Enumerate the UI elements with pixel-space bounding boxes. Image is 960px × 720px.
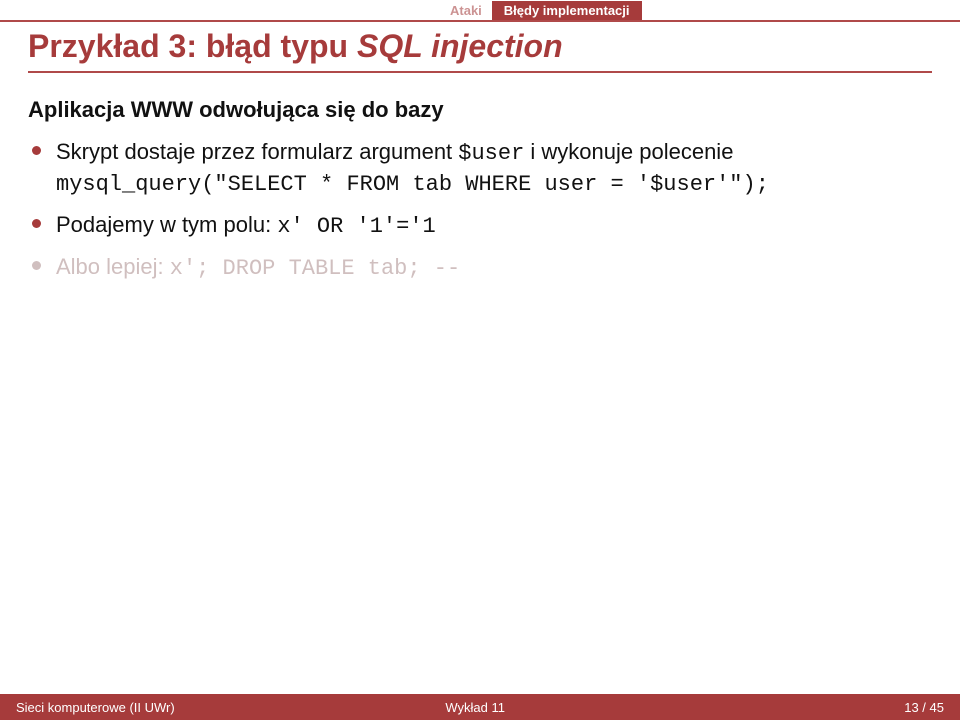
subheader: Aplikacja WWW odwołująca się do bazy <box>28 97 932 123</box>
bullet-list: Skrypt dostaje przez formularz argument … <box>28 137 932 284</box>
bullet-text: i wykonuje polecenie <box>524 139 733 164</box>
nav-tab-ataki[interactable]: Ataki <box>440 1 492 20</box>
list-item: Podajemy w tym polu: x' OR '1'='1 <box>56 210 932 242</box>
slide: Ataki Błędy implementacji Przykład 3: bł… <box>0 0 960 720</box>
title-text: Przykład 3: błąd typu <box>28 28 357 64</box>
code-span: x' OR '1'='1 <box>277 214 435 239</box>
bullet-text: Podajemy w tym polu: <box>56 212 277 237</box>
code-span: mysql_query("SELECT * FROM tab WHERE use… <box>56 172 769 197</box>
footer-bar: Sieci komputerowe (II UWr) Wykład 11 13 … <box>0 694 960 720</box>
bullet-text: Albo lepiej: <box>56 254 170 279</box>
title-block: Przykład 3: błąd typu SQL injection <box>0 22 960 83</box>
footer-left: Sieci komputerowe (II UWr) <box>0 700 317 715</box>
list-item: Skrypt dostaje przez formularz argument … <box>56 137 932 200</box>
nav-tab-bledy-implementacji[interactable]: Błędy implementacji <box>492 1 642 20</box>
title-italic: SQL injection <box>357 28 563 64</box>
code-span: $user <box>458 141 524 166</box>
slide-body: Aplikacja WWW odwołująca się do bazy Skr… <box>0 83 960 720</box>
slide-title: Przykład 3: błąd typu SQL injection <box>28 28 932 65</box>
list-item-faded: Albo lepiej: x'; DROP TABLE tab; -- <box>56 252 932 284</box>
title-separator <box>28 71 932 73</box>
code-span: x'; DROP TABLE tab; -- <box>170 256 460 281</box>
nav-tabs-row: Ataki Błędy implementacji <box>0 0 960 20</box>
footer-center: Wykład 11 <box>317 700 634 715</box>
footer-page-number: 13 / 45 <box>634 700 960 715</box>
bullet-text: Skrypt dostaje przez formularz argument <box>56 139 458 164</box>
